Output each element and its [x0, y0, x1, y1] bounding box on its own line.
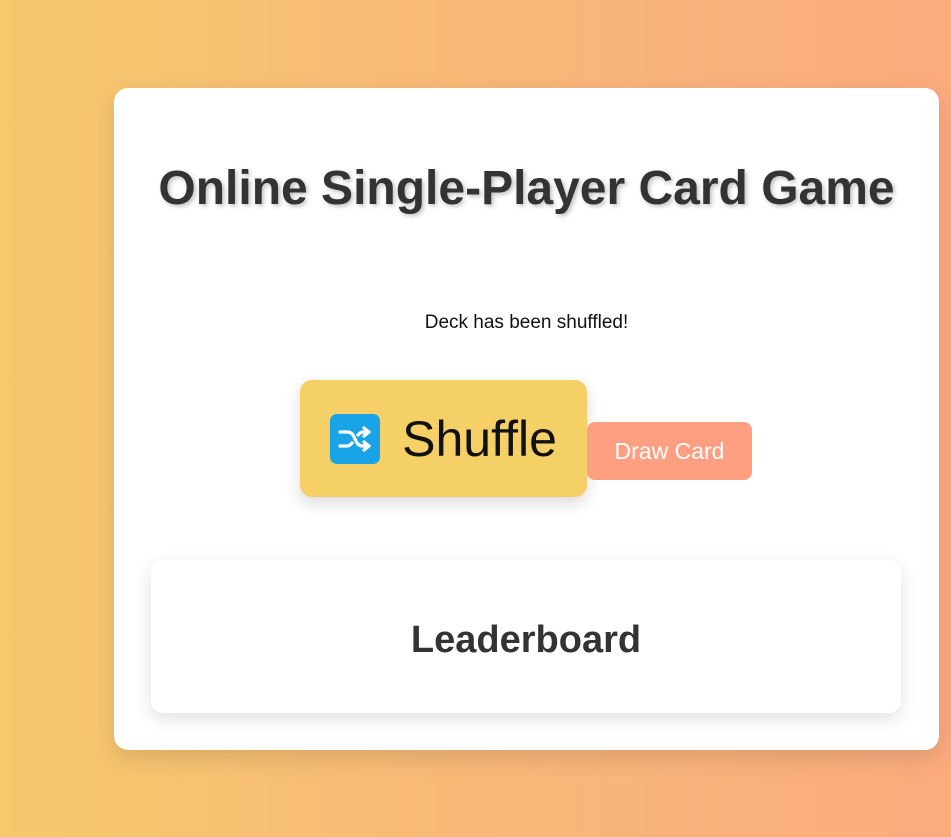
page-title: Online Single-Player Card Game	[158, 162, 895, 215]
shuffle-button-label: Shuffle	[402, 410, 557, 467]
draw-card-button[interactable]: Draw Card	[587, 422, 752, 480]
leaderboard-title: Leaderboard	[410, 619, 642, 661]
shuffle-button[interactable]: Shuffle	[300, 380, 587, 497]
shuffle-icon	[330, 413, 381, 464]
game-container: Online Single-Player Card Game Deck has …	[114, 88, 939, 750]
status-message: Deck has been shuffled!	[424, 312, 629, 333]
leaderboard-panel: Leaderboard	[151, 560, 901, 713]
